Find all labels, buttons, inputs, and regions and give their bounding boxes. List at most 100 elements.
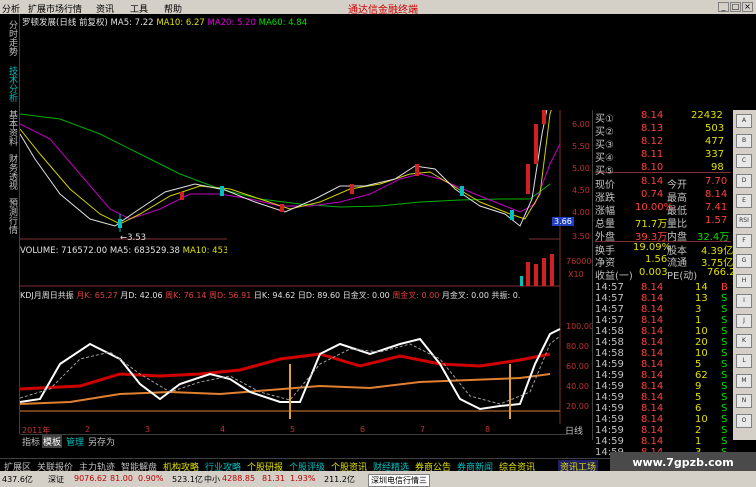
status-index-name[interactable]: 深证: [48, 474, 64, 485]
bid-row: 买③ 8.12 477: [595, 136, 725, 151]
close-icon[interactable]: ×: [742, 2, 753, 12]
masked-region: [227, 229, 529, 261]
tab-manage[interactable]: 管理: [66, 435, 84, 448]
indicator-button[interactable]: G: [736, 254, 752, 268]
indicator-button[interactable]: K: [736, 334, 752, 348]
price-tick: 4.50: [572, 186, 590, 195]
kdj-tick: 20.00: [566, 402, 589, 411]
masked-region: [430, 14, 756, 110]
tick-d: S: [721, 392, 728, 403]
stat-row: 总量 71.7万 量比 1.57: [595, 215, 728, 230]
chart-tab-bar: 指标 模板 管理 另存为: [20, 434, 568, 448]
tab-financials[interactable]: 财务透视: [5, 154, 17, 194]
minimize-icon[interactable]: _: [718, 2, 729, 12]
indicator-button[interactable]: D: [736, 174, 752, 188]
kdj-day-k: 日K: 94.62: [253, 291, 296, 300]
indicator-button[interactable]: I: [736, 294, 752, 308]
stat-row: 涨跌 0.74 最高 8.14: [595, 189, 728, 204]
status-index-change: 81.00: [110, 474, 133, 483]
x-tick: 7: [420, 425, 426, 434]
tick-d: S: [721, 337, 728, 348]
tick-d: S: [721, 326, 728, 337]
tick-v: 9: [695, 381, 702, 392]
indicator-button[interactable]: A: [736, 114, 752, 128]
status-bar: 437.6亿 深证 9076.62 81.00 0.90% 523.1亿 中小 …: [0, 471, 756, 487]
status-server[interactable]: 深圳电信行情三: [368, 474, 430, 487]
tick-d: S: [721, 370, 728, 381]
indicator-button[interactable]: RSI: [736, 214, 752, 228]
tick-v: 10: [695, 326, 708, 337]
tick-p: 8.14: [641, 392, 664, 403]
indicator-button[interactable]: O: [736, 414, 752, 428]
ma60-line: [20, 113, 551, 208]
kdj-day-cross: 日金叉: 0.00: [342, 291, 390, 300]
indicator-button[interactable]: J: [736, 314, 752, 328]
kdj-weekly-line: [20, 373, 551, 405]
price-tick: 6.00: [572, 120, 590, 129]
status-index-pct: 1.93%: [290, 474, 316, 483]
tick-p: 8.14: [641, 414, 664, 425]
kdj-week-d: 周D: 56.91: [209, 291, 252, 300]
tick-p: 8.14: [641, 370, 664, 381]
tick-d: S: [721, 436, 728, 447]
indicator-button[interactable]: N: [736, 394, 752, 408]
tab-save-as[interactable]: 另存为: [88, 435, 115, 448]
stat-row: 外盘 39.3万 内盘 32.4万: [595, 232, 730, 243]
x-tick: 8: [485, 425, 491, 434]
tab-forecast[interactable]: 預測行情: [5, 198, 17, 238]
tick-p: 8.14: [641, 359, 664, 370]
maximize-icon[interactable]: □: [730, 2, 741, 12]
tick-row: 14:57 8.14 13 S: [595, 293, 731, 304]
tick-d: S: [721, 414, 728, 425]
indicator-button[interactable]: C: [736, 154, 752, 168]
indicator-button[interactable]: B: [736, 134, 752, 148]
tick-v: 1: [695, 315, 702, 326]
tick-t: 14:57: [595, 282, 624, 293]
tick-p: 8.14: [641, 315, 664, 326]
function-bar: 资讯工场 扩展区 关联报价 主力轨迹 智能解盘 机构攻略 行业攻略 个股研报 个股评级 个股资讯…: [0, 458, 610, 473]
tick-v: 13: [695, 293, 708, 304]
tick-v: 14: [695, 282, 708, 293]
tick-d: S: [721, 381, 728, 392]
tick-d: S: [721, 403, 728, 414]
status-index-value: 9076.62: [74, 474, 108, 483]
volume-value: VOLUME: 716572.00: [20, 246, 108, 256]
kdj-month-k: 月K: 65.27: [76, 291, 118, 300]
tick-t: 14:59: [595, 381, 624, 392]
tick-d: B: [721, 282, 728, 293]
price-tick: 3.50: [572, 232, 590, 241]
status-index-name[interactable]: 中小: [204, 474, 220, 485]
tick-p: 8.14: [641, 348, 664, 359]
x-tick: 4: [220, 425, 226, 434]
tick-d: S: [721, 315, 728, 326]
price-axis: 6.00 5.50 5.00 4.50 4.00 3.50 3.66 76000…: [552, 14, 594, 434]
tab-technical[interactable]: 技术分析: [5, 66, 17, 106]
indicator-button[interactable]: E: [736, 194, 752, 208]
tick-p: 8.14: [641, 425, 664, 436]
tick-t: 14:58: [595, 337, 624, 348]
tick-v: 6: [695, 403, 702, 414]
tick-t: 14:59: [595, 370, 624, 381]
tick-row: 14:58 8.14 10 S: [595, 348, 731, 359]
status-index-pct: 0.90%: [138, 474, 164, 483]
tick-v: 10: [695, 414, 708, 425]
indicator-button[interactable]: M: [736, 374, 752, 388]
kdj-tick: 100.00: [566, 322, 594, 331]
tick-row: 14:59 8.14 9 S: [595, 381, 731, 392]
indicator-button[interactable]: L: [736, 354, 752, 368]
tick-d: S: [721, 359, 728, 370]
tick-t: 14:58: [595, 326, 624, 337]
kdj-day-d: 日D: 89.60: [297, 291, 341, 300]
tab-template[interactable]: 模板: [42, 435, 63, 448]
tab-fundamentals[interactable]: 基本资料: [5, 110, 17, 150]
price-tick: 4.00: [572, 208, 590, 217]
tab-indicator[interactable]: 指标: [22, 435, 40, 448]
indicator-button[interactable]: F: [736, 234, 752, 248]
tick-t: 14:57: [595, 304, 624, 315]
price-tick: 5.50: [572, 142, 590, 151]
tab-intraday[interactable]: 分时走势: [5, 20, 17, 62]
tick-v: 20: [695, 337, 708, 348]
tick-d: S: [721, 293, 728, 304]
tick-t: 14:57: [595, 293, 624, 304]
indicator-button[interactable]: H: [736, 274, 752, 288]
